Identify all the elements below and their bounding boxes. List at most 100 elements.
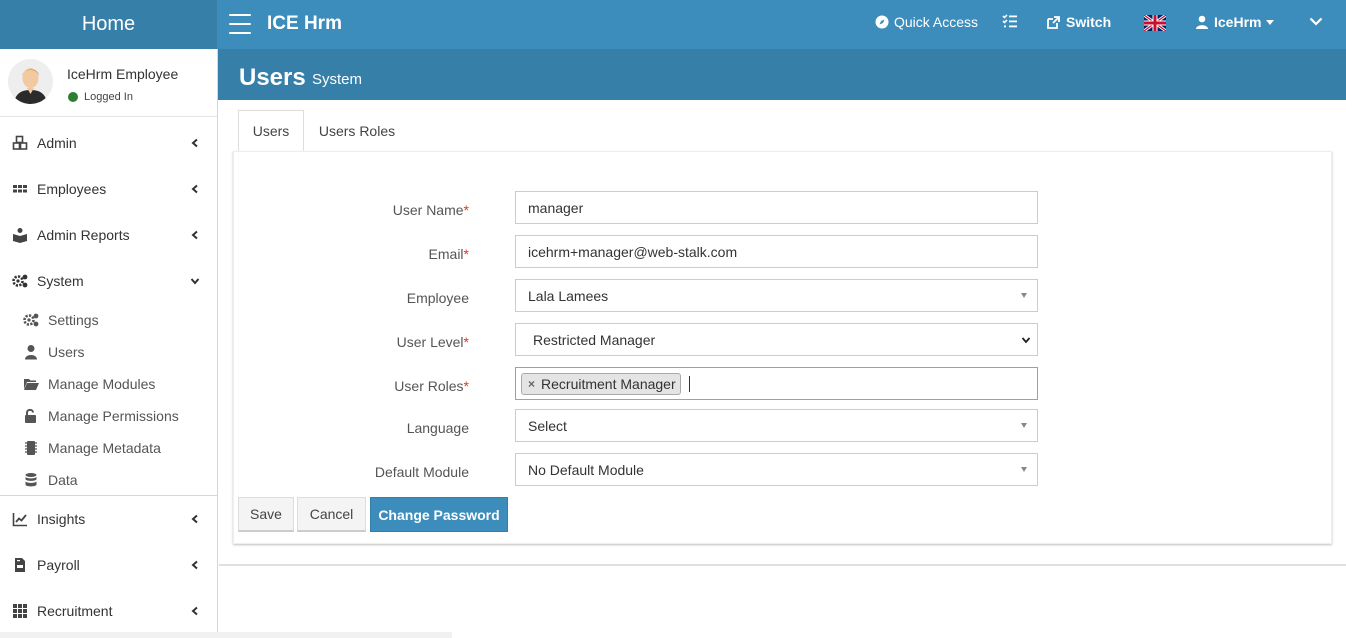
sidebar-item-label: Payroll xyxy=(37,557,80,573)
user-menu-label: IceHrm xyxy=(1214,14,1262,30)
compass-icon xyxy=(875,15,889,29)
user-role-chip: × Recruitment Manager xyxy=(521,372,681,395)
sidebar-subitem-manage-modules[interactable]: Manage Modules xyxy=(0,368,217,400)
sidebar-item-employees[interactable]: Employees xyxy=(0,166,217,212)
caret-down-icon xyxy=(1021,293,1027,298)
tasks-icon[interactable] xyxy=(1002,14,1018,28)
user-roles-multiselect[interactable]: × Recruitment Manager xyxy=(515,367,1038,400)
sidebar-item-payroll[interactable]: Payroll xyxy=(0,542,217,588)
sidebar-item-recruitment[interactable]: Recruitment xyxy=(0,588,217,634)
content-divider xyxy=(219,564,1346,566)
language-label: Language xyxy=(406,420,469,436)
chart-line-icon xyxy=(12,513,27,527)
employee-label: Employee xyxy=(406,290,469,306)
employee-select[interactable]: Lala Lamees xyxy=(515,279,1038,312)
email-label: Email* xyxy=(428,246,469,262)
caret-down-icon xyxy=(1266,19,1275,25)
sidebar-subitem-manage-permissions[interactable]: Manage Permissions xyxy=(0,400,217,432)
user-name-input[interactable]: manager xyxy=(515,191,1038,224)
sidebar-subitem-label: Data xyxy=(48,472,78,488)
status-badge: Logged In xyxy=(68,91,133,103)
sidebar-item-admin-reports[interactable]: Admin Reports xyxy=(0,212,217,258)
caret-down-icon xyxy=(1021,467,1027,472)
chevron-left-icon xyxy=(191,560,198,570)
sidebar-item-label: Admin Reports xyxy=(37,227,130,243)
user-level-select[interactable]: Restricted Manager xyxy=(515,323,1038,356)
sidebar-item-label: Insights xyxy=(37,511,86,527)
default-module-select-value: No Default Module xyxy=(528,461,644,478)
user-panel: IceHrm Employee Logged In xyxy=(0,49,217,117)
user-name-label: User Name* xyxy=(392,202,469,218)
user-menu[interactable]: IceHrm xyxy=(1195,14,1275,30)
uk-flag-icon[interactable] xyxy=(1144,15,1166,31)
switch-link[interactable]: Switch xyxy=(1046,14,1111,30)
sidebar-item-label: Recruitment xyxy=(37,603,113,619)
switch-label: Switch xyxy=(1066,14,1112,30)
email-input[interactable]: icehrm+manager@web-stalk.com xyxy=(515,235,1038,268)
user-roles-label: User Roles* xyxy=(394,378,469,394)
chevron-left-icon xyxy=(191,230,198,240)
cubes-icon xyxy=(12,135,28,150)
horizontal-scrollbar[interactable] xyxy=(0,632,452,638)
sidebar-subitem-users[interactable]: Users xyxy=(0,336,217,368)
cancel-button[interactable]: Cancel xyxy=(297,497,366,532)
chevron-down-icon[interactable] xyxy=(1309,17,1323,26)
top-navbar: Home ICE Hrm Quick Access Switch IceHrm xyxy=(0,0,1346,49)
save-button[interactable]: Save xyxy=(238,497,294,532)
sidebar-subitem-manage-metadata[interactable]: Manage Metadata xyxy=(0,432,217,464)
page-subtitle: System xyxy=(312,71,363,88)
status-label: Logged In xyxy=(84,91,133,103)
sidebar-subitem-label: Manage Metadata xyxy=(48,440,161,456)
text-cursor xyxy=(688,375,690,392)
sidebar-item-admin[interactable]: Admin xyxy=(0,120,217,166)
sidebar-user-name: IceHrm Employee xyxy=(67,66,179,82)
database-icon xyxy=(25,473,37,487)
employee-select-value: Lala Lamees xyxy=(528,287,609,304)
chevron-left-icon xyxy=(191,606,198,616)
chevron-left-icon xyxy=(191,184,198,194)
system-submenu: Settings Users Manage Modules Manage Per… xyxy=(0,257,217,496)
folder-open-icon xyxy=(24,379,39,390)
caret-down-icon xyxy=(1021,423,1027,428)
quick-access-label: Quick Access xyxy=(894,14,979,30)
tab-users[interactable]: Users xyxy=(238,110,304,151)
sidebar-item-insights[interactable]: Insights xyxy=(0,496,217,542)
sidebar-toggle-icon[interactable] xyxy=(229,14,251,34)
chevron-down-icon xyxy=(1021,337,1031,344)
sidebar-subitem-label: Manage Modules xyxy=(48,376,156,392)
sidebar-item-label: Admin xyxy=(37,135,77,151)
external-link-icon xyxy=(1047,15,1060,29)
avatar xyxy=(8,59,53,104)
remove-chip-icon[interactable]: × xyxy=(528,377,535,391)
language-select-value: Select xyxy=(528,417,567,434)
sidebar-subitem-settings[interactable]: Settings xyxy=(0,304,217,336)
cogs-icon xyxy=(23,313,39,327)
language-select[interactable]: Select xyxy=(515,409,1038,442)
user-icon xyxy=(25,345,37,360)
content-header: Users System xyxy=(218,49,1346,100)
change-password-button[interactable]: Change Password xyxy=(370,497,508,532)
default-module-label: Default Module xyxy=(374,464,469,480)
sidebar-subitem-label: Settings xyxy=(48,312,99,328)
chevron-left-icon xyxy=(191,514,198,524)
page-title: Users xyxy=(239,64,306,91)
tab-users-roles[interactable]: Users Roles xyxy=(308,110,406,151)
sidebar-subitem-data[interactable]: Data xyxy=(0,464,217,496)
quick-access-link[interactable]: Quick Access xyxy=(875,14,978,30)
book-reader-icon xyxy=(13,228,27,243)
unlock-icon xyxy=(25,408,36,423)
user-level-label: User Level* xyxy=(396,334,469,350)
th-grid-icon xyxy=(13,604,27,618)
sidebar: IceHrm Employee Logged In Admin Employee… xyxy=(0,49,218,638)
user-icon xyxy=(1196,15,1208,29)
user-level-select-value: Restricted Manager xyxy=(533,331,656,348)
microchip-icon xyxy=(25,441,37,455)
chevron-left-icon xyxy=(191,138,198,148)
sidebar-subitem-label: Users xyxy=(48,344,85,360)
user-edit-form: User Name* manager Email* icehrm+manager… xyxy=(233,151,1332,544)
default-module-select[interactable]: No Default Module xyxy=(515,453,1038,486)
home-logo-link[interactable]: Home xyxy=(0,0,217,49)
app-title: ICE Hrm xyxy=(267,13,342,34)
file-invoice-icon xyxy=(15,558,25,572)
th-icon xyxy=(13,185,27,193)
